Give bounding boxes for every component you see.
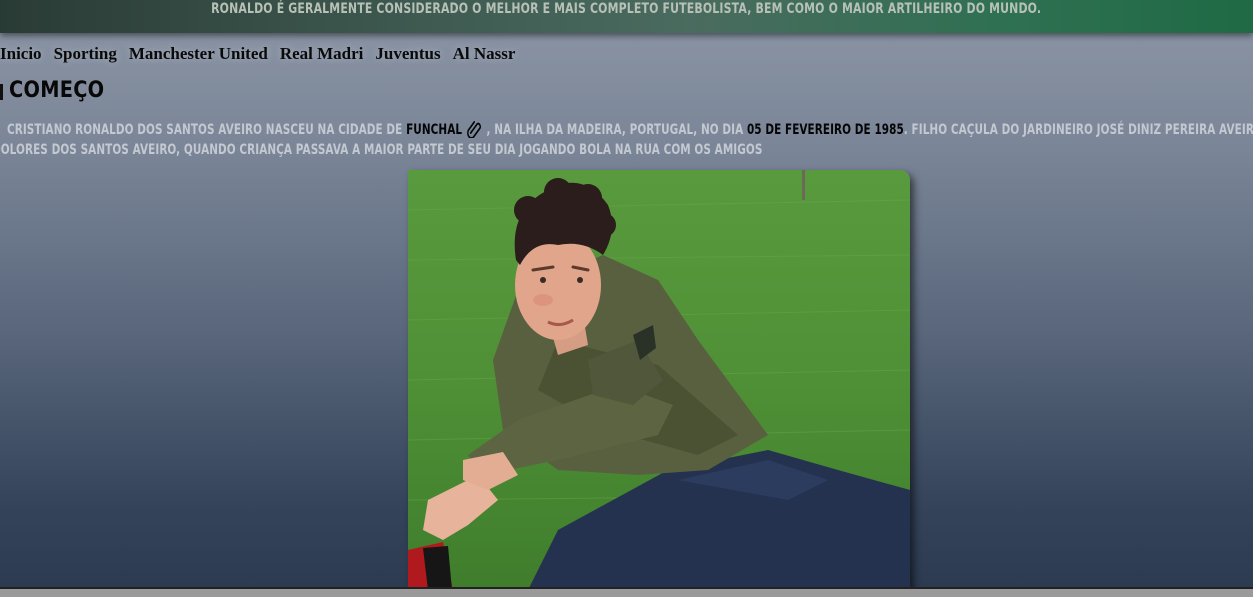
paragraph-text-part2: , NA ILHA DA MADEIRA, PORTUGAL, NO DIA	[486, 122, 744, 138]
paragraph-text-part1: CRISTIANO RONALDO DOS SANTOS AVEIRO NASC…	[7, 122, 403, 138]
main-nav: Inicio Sporting Manchester United Real M…	[0, 43, 527, 65]
horizontal-scrollbar[interactable]	[0, 587, 1253, 597]
date-highlight: 05 DE FEVEREIRO DE 1985	[746, 122, 904, 138]
title-accent-bar	[0, 84, 3, 100]
nav-link-al-nassr[interactable]: Al Nassr	[453, 44, 516, 64]
intro-paragraph: CRISTIANO RONALDO DOS SANTOS AVEIRO NASC…	[0, 118, 1253, 166]
nav-link-sporting[interactable]: Sporting	[54, 44, 117, 64]
paragraph-line-2: DOLORES DOS SANTOS AVEIRO, QUANDO CRIANÇ…	[0, 142, 763, 158]
childhood-photo	[408, 170, 910, 590]
nav-link-real-madri[interactable]: Real Madri	[280, 44, 364, 64]
nav-link-inicio[interactable]: Inicio	[0, 44, 42, 64]
city-highlight: FUNCHAL	[406, 122, 463, 138]
paperclip-icon[interactable]	[466, 118, 482, 142]
section-title: COMEÇO	[9, 78, 105, 103]
banner-text: RONALDO É GERALMENTE CONSIDERADO O MELHO…	[211, 1, 1042, 17]
nav-link-juventus[interactable]: Juventus	[375, 44, 440, 64]
paragraph-text-part3: . FILHO CAÇULA DO JARDINEIRO JOSÉ DINIZ …	[903, 122, 1253, 138]
top-banner: RONALDO É GERALMENTE CONSIDERADO O MELHO…	[0, 0, 1253, 33]
nav-link-manchester-united[interactable]: Manchester United	[129, 44, 268, 64]
paragraph-line-1: CRISTIANO RONALDO DOS SANTOS AVEIRO NASC…	[7, 118, 1253, 142]
